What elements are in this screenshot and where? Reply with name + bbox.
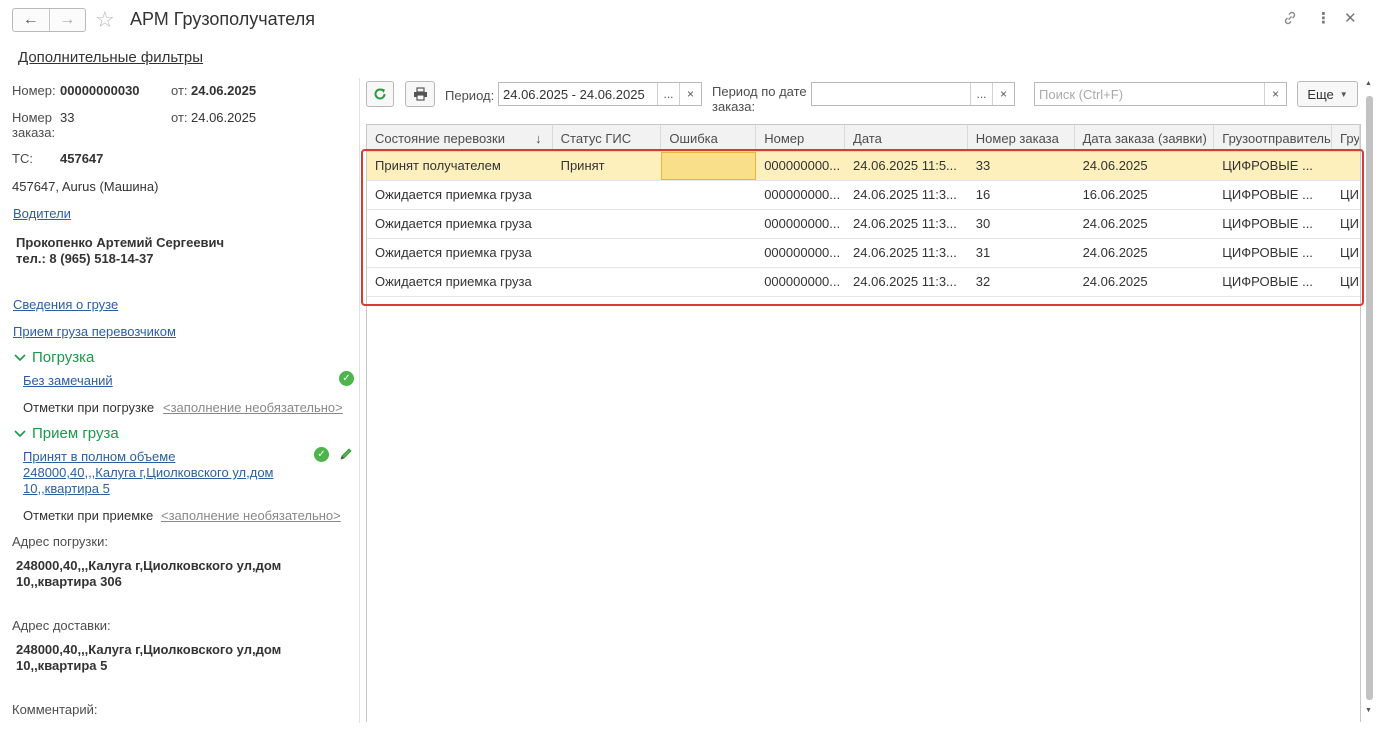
panel-splitter[interactable] bbox=[359, 78, 360, 723]
date-value: 24.06.2025 bbox=[191, 83, 257, 98]
order-date-value: 24.06.2025 bbox=[191, 110, 257, 125]
caret-down-icon: ▼ bbox=[1339, 89, 1348, 99]
date-label: от: bbox=[171, 83, 188, 98]
column-header-order-date[interactable]: Дата заказа (заявки) bbox=[1075, 125, 1215, 151]
check-circle-icon: ✓ bbox=[314, 447, 329, 462]
vehicle-text: 457647, Aurus (Машина) bbox=[12, 179, 159, 194]
edit-pencil-icon[interactable] bbox=[339, 447, 353, 464]
driver-phone: тел.: 8 (965) 518-14-37 bbox=[16, 251, 154, 266]
search-field[interactable]: Поиск (Ctrl+F) × bbox=[1034, 82, 1287, 106]
order-number-label: Номер bbox=[12, 110, 53, 125]
order-period-select-button[interactable]: ... bbox=[970, 83, 992, 105]
column-header-order-number[interactable]: Номер заказа bbox=[968, 125, 1075, 151]
column-header-date[interactable]: Дата bbox=[845, 125, 968, 151]
more-button[interactable]: Еще ▼ bbox=[1297, 81, 1358, 107]
column-header-number[interactable]: Номер bbox=[756, 125, 846, 151]
sort-arrow-icon: ↓ bbox=[535, 131, 542, 146]
receipt-status-link-line3[interactable]: 10,,квартира 5 bbox=[23, 481, 110, 496]
more-vertical-icon[interactable]: ⋮ bbox=[1316, 10, 1331, 28]
forward-arrow-icon[interactable]: → bbox=[48, 9, 86, 31]
loading-section-header[interactable]: Погрузка bbox=[14, 349, 94, 366]
scroll-down-icon[interactable]: ▼ bbox=[1365, 707, 1372, 714]
delivery-address-line1: 248000,40,,,Калуга г,Циолковского ул,дом bbox=[16, 642, 282, 657]
number-label: Номер: bbox=[12, 83, 56, 98]
scrollbar-thumb[interactable] bbox=[1366, 96, 1373, 700]
loading-section-title: Погрузка bbox=[32, 349, 95, 366]
order-number-value: 33 bbox=[60, 110, 75, 125]
receipt-section-title: Прием груза bbox=[32, 425, 119, 442]
carrier-acceptance-link[interactable]: Прием груза перевозчиком bbox=[13, 324, 176, 339]
rows-highlight-frame bbox=[361, 149, 1364, 306]
scroll-up-icon[interactable]: ▲ bbox=[1365, 80, 1372, 87]
loading-marks-label: Отметки при погрузке bbox=[23, 400, 155, 415]
column-header-consignee[interactable]: Гру bbox=[1332, 125, 1360, 151]
chevron-down-icon bbox=[14, 429, 26, 437]
delivery-address-line2: 10,,квартира 5 bbox=[16, 658, 108, 673]
period-value[interactable]: 24.06.2025 - 24.06.2025 bbox=[499, 87, 657, 102]
refresh-icon bbox=[374, 88, 386, 100]
delivery-address-label: Адрес доставки: bbox=[12, 618, 111, 633]
order-date-label: от: bbox=[171, 110, 188, 125]
period-label: Период: bbox=[445, 88, 495, 103]
period-clear-button[interactable]: × bbox=[679, 83, 701, 105]
loading-address-label: Адрес погрузки: bbox=[12, 534, 108, 549]
column-header-gis-status[interactable]: Статус ГИС bbox=[553, 125, 662, 151]
link-icon[interactable] bbox=[1282, 10, 1298, 31]
extra-filters-link[interactable]: Дополнительные фильтры bbox=[18, 49, 203, 66]
cargo-info-link[interactable]: Сведения о грузе bbox=[13, 297, 118, 312]
ts-label: ТС: bbox=[12, 151, 33, 166]
column-header-transport-state[interactable]: Состояние перевозки ↓ bbox=[367, 125, 553, 151]
more-button-label: Еще bbox=[1307, 86, 1334, 102]
window-title: АРМ Грузополучателя bbox=[130, 9, 315, 29]
table-header: Состояние перевозки ↓ Статус ГИС Ошибка Н… bbox=[367, 125, 1360, 152]
close-icon[interactable]: ✕ bbox=[1344, 10, 1357, 28]
order-period-field[interactable]: ... × bbox=[811, 82, 1015, 106]
check-circle-icon: ✓ bbox=[339, 371, 354, 386]
chevron-down-icon bbox=[14, 353, 26, 361]
comment-label: Комментарий: bbox=[12, 702, 98, 717]
receipt-section-header[interactable]: Прием груза bbox=[14, 425, 119, 442]
driver-name: Прокопенко Артемий Сергеевич bbox=[16, 235, 225, 250]
receipt-marks-hint[interactable]: <заполнение необязательно> bbox=[161, 508, 341, 523]
loading-marks-hint[interactable]: <заполнение необязательно> bbox=[163, 400, 343, 415]
print-button[interactable] bbox=[405, 81, 435, 107]
loading-status-link[interactable]: Без замечаний bbox=[23, 373, 113, 388]
loading-address-line1: 248000,40,,,Калуга г,Циолковского ул,дом bbox=[16, 558, 282, 573]
ts-value: 457647 bbox=[60, 151, 104, 166]
order-period-label: Период по дате bbox=[712, 84, 807, 99]
order-period-clear-button[interactable]: × bbox=[992, 83, 1014, 105]
receipt-marks-label: Отметки при приемке bbox=[23, 508, 154, 523]
loading-address-line2: 10,,квартира 306 bbox=[16, 574, 122, 589]
navigation-buttons: ← → bbox=[12, 8, 86, 32]
number-value: 00000000030 bbox=[60, 83, 140, 98]
print-icon bbox=[413, 87, 427, 101]
favorite-star-icon[interactable]: ☆ bbox=[95, 8, 115, 32]
order-period-label-2: заказа: bbox=[712, 99, 756, 114]
receipt-status-link-line1[interactable]: Принят в полном объеме bbox=[23, 449, 175, 464]
back-arrow-icon[interactable]: ← bbox=[13, 9, 49, 31]
order-number-label-2: заказа: bbox=[12, 125, 56, 140]
receipt-status-link-line2[interactable]: 248000,40,,,Калуга г,Циолковского ул,дом bbox=[23, 465, 274, 480]
drivers-link[interactable]: Водители bbox=[13, 206, 71, 221]
column-header-error[interactable]: Ошибка bbox=[661, 125, 757, 151]
period-select-button[interactable]: ... bbox=[657, 83, 679, 105]
search-clear-button[interactable]: × bbox=[1264, 83, 1286, 105]
refresh-button[interactable] bbox=[366, 81, 394, 107]
search-input[interactable]: Поиск (Ctrl+F) bbox=[1035, 87, 1264, 102]
period-field[interactable]: 24.06.2025 - 24.06.2025 ... × bbox=[498, 82, 702, 106]
column-header-shipper[interactable]: Грузоотправитель bbox=[1214, 125, 1333, 151]
